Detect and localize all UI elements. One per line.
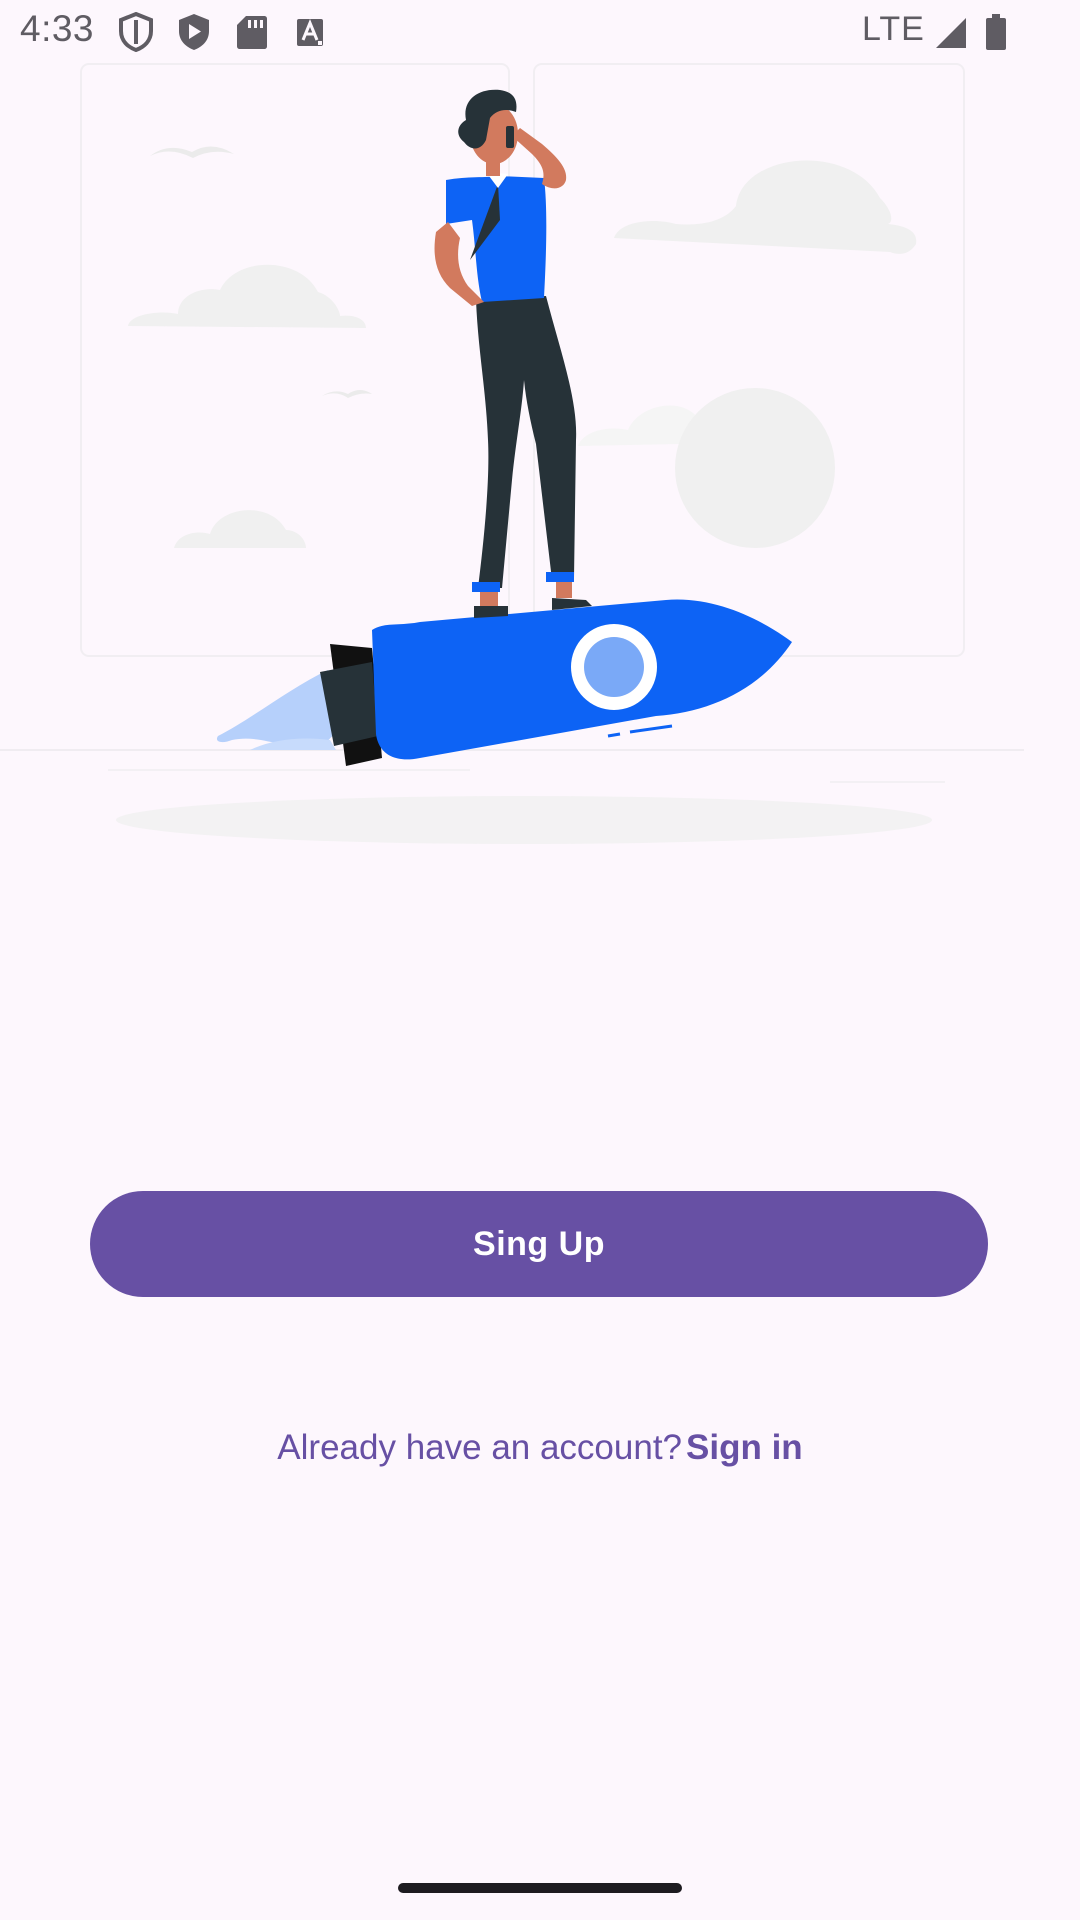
- person-shoe-left: [474, 606, 508, 618]
- status-bar: 4:33 LTE: [0, 0, 1080, 64]
- cloud-3: [614, 160, 917, 254]
- a-font-icon: [297, 19, 323, 46]
- rocket-man-illustration: [0, 63, 1024, 844]
- shield-icon: [119, 12, 153, 52]
- sign-up-label: Sing Up: [473, 1224, 605, 1263]
- background-panel-left: [80, 63, 510, 657]
- rocket-flame: [216, 670, 340, 749]
- sign-in-prompt: Already have an account?: [277, 1428, 683, 1467]
- background-panel-right: [533, 63, 965, 657]
- battery-icon: [986, 14, 1006, 50]
- cloud-2: [174, 510, 306, 548]
- cloud-1: [128, 264, 366, 328]
- rocket-window: [584, 637, 644, 697]
- person-pants: [476, 296, 577, 588]
- gesture-nav-bar[interactable]: [398, 1883, 682, 1893]
- status-time: 4:33: [20, 8, 95, 49]
- play-store-icon: [179, 14, 209, 50]
- welcome-screen: 4:33 LTE Sing Up Already have an account…: [0, 0, 1080, 1920]
- sign-up-button[interactable]: Sing Up: [90, 1191, 988, 1297]
- signal-icon: [936, 18, 966, 48]
- bird-1: [150, 146, 234, 158]
- sign-in-link[interactable]: Sign in: [686, 1428, 803, 1467]
- person-phone: [506, 126, 514, 148]
- ground-shadow: [116, 796, 932, 844]
- sun-circle: [675, 388, 835, 548]
- network-type: LTE: [862, 10, 925, 48]
- sign-in-row: Already have an account? Sign in: [0, 1424, 1080, 1472]
- sd-card-icon: [237, 16, 267, 49]
- bird-2: [322, 390, 372, 398]
